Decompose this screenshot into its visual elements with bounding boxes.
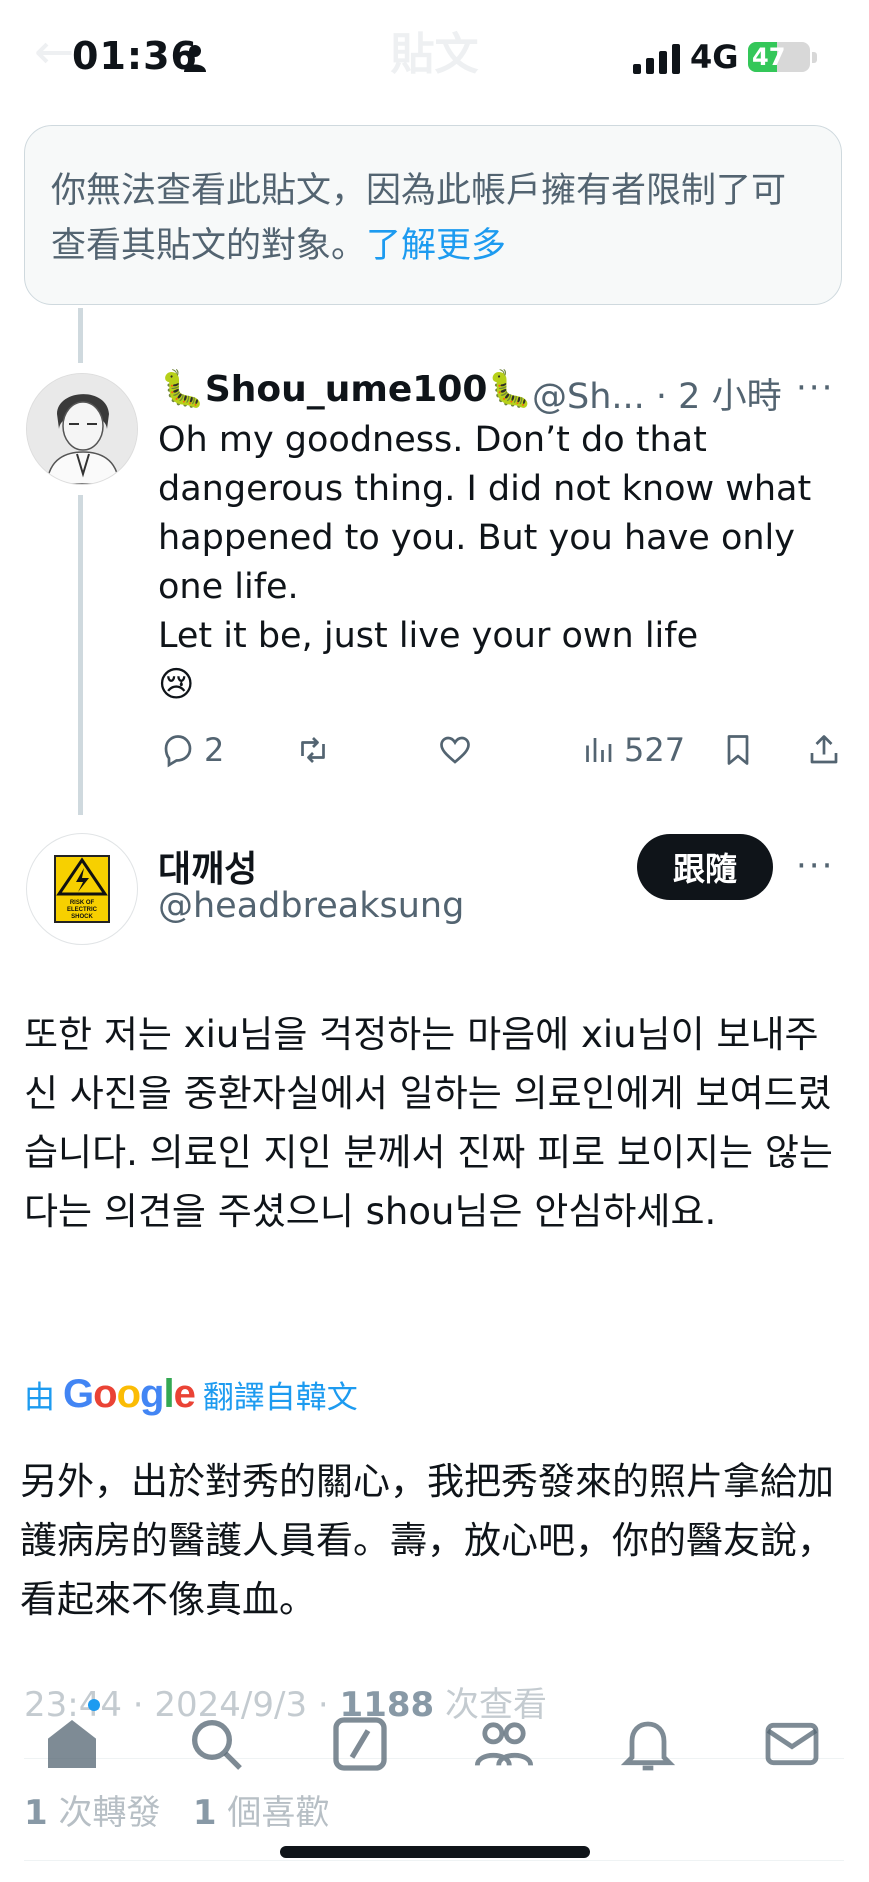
translate-prefix: 由	[24, 1380, 55, 1416]
comment-icon	[164, 735, 192, 768]
caterpillar-emoji-left: 🐛	[160, 369, 205, 410]
thread-line-top	[78, 308, 83, 363]
svg-text:ELECTRIC: ELECTRIC	[67, 907, 98, 913]
tweet-text: 또한 저는 xiu님을 걱정하는 마음에 xiu님이 보내주신 사진을 중환자실…	[24, 1013, 833, 1233]
reply-count: 2	[204, 731, 225, 769]
reply-more-button[interactable]: ···	[796, 368, 834, 408]
author-display-name[interactable]: 대깨성	[158, 840, 257, 892]
restricted-post-notice: 你無法查看此貼文，因為此帳戶擁有者限制了可查看其貼文的對象。了解更多	[24, 125, 842, 305]
retweet-button[interactable]	[295, 728, 331, 772]
status-time: 01:36	[72, 34, 198, 78]
reply-time: · 2 小時	[655, 377, 782, 417]
thread-line-bottom	[78, 495, 83, 815]
battery-cap	[812, 52, 817, 63]
tab-search[interactable]	[184, 1712, 248, 1776]
reply-name-text: Shou_ume100	[204, 369, 488, 410]
translated-text: 另外，出於對秀的關心，我把秀發來的照片拿給加護病房的醫護人員看。壽，放心吧，你的…	[20, 1460, 834, 1621]
share-button[interactable]	[806, 728, 842, 772]
tab-bar	[0, 1700, 869, 1810]
tweet-more-button[interactable]: ···	[796, 846, 834, 886]
home-indicator[interactable]	[280, 1846, 590, 1858]
new-posts-dot	[88, 1699, 100, 1711]
views-count: 527	[624, 731, 686, 769]
reply-handle[interactable]: @Sh...	[532, 377, 645, 417]
tab-communities[interactable]	[472, 1712, 536, 1776]
reply-line: Oh my goodness. Don’t do that dangerous …	[158, 420, 812, 607]
home-icon	[48, 1720, 96, 1768]
views-button[interactable]: 527	[580, 728, 685, 772]
reply-display-name[interactable]: 🐛Shou_ume100🐛	[160, 368, 532, 410]
divider	[24, 1860, 844, 1861]
learn-more-link[interactable]: 了解更多	[366, 226, 506, 266]
bookmark-button[interactable]	[720, 728, 756, 772]
follow-button[interactable]: 跟隨	[637, 834, 773, 900]
search-icon	[192, 1720, 242, 1770]
compose-icon	[333, 1717, 387, 1771]
reply-avatar[interactable]	[26, 373, 138, 485]
notifications-icon	[620, 1721, 676, 1771]
tab-messages[interactable]	[760, 1712, 824, 1776]
like-button[interactable]	[437, 728, 473, 772]
retweet-icon	[301, 737, 325, 763]
tab-notifications[interactable]	[616, 1712, 680, 1776]
heart-icon	[440, 736, 470, 764]
communities-icon	[474, 1722, 534, 1767]
electric-shock-sign: RISK OF ELECTRIC SHOCK	[54, 855, 110, 923]
battery-icon: 47	[748, 42, 810, 72]
caterpillar-emoji-right: 🐛	[487, 369, 533, 410]
svg-text:RISK OF: RISK OF	[70, 900, 95, 906]
reply-line: Let it be, just live your own life	[158, 616, 699, 656]
views-icon	[586, 738, 612, 762]
network-type: 4G	[690, 38, 739, 76]
avatar-drawing	[27, 374, 137, 484]
reply-button[interactable]: 2	[160, 728, 224, 772]
translation-attribution[interactable]: 由 Google 翻譯自韓文	[24, 1372, 358, 1417]
author-avatar[interactable]: RISK OF ELECTRIC SHOCK	[26, 833, 138, 945]
google-logo: Google	[63, 1372, 196, 1416]
messages-icon	[765, 1722, 819, 1766]
author-handle[interactable]: @headbreaksung	[158, 886, 464, 926]
signal-icon	[633, 44, 680, 74]
bookmark-icon	[727, 735, 749, 765]
share-icon	[810, 735, 838, 764]
tab-home[interactable]	[40, 1712, 104, 1776]
tab-compose[interactable]	[328, 1712, 392, 1776]
reply-text: Oh my goodness. Don’t do that dangerous …	[158, 416, 848, 710]
person-icon	[184, 45, 206, 72]
svg-text:SHOCK: SHOCK	[71, 914, 93, 920]
reply-line: 😢	[158, 665, 195, 705]
translate-suffix: 翻譯自韓文	[202, 1380, 358, 1416]
reply-meta: @Sh... · 2 小時	[532, 368, 782, 419]
battery-percent: 47	[752, 43, 786, 71]
